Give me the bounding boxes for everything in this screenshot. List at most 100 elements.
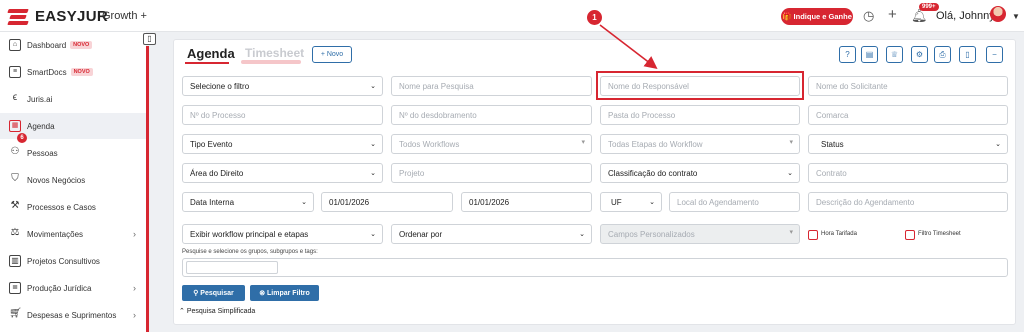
search-button-label: Pesquisar [200, 289, 234, 297]
gear-icon[interactable]: ⚙ [911, 46, 928, 63]
contract-classification-select[interactable]: Classificação do contrato ⌄ [600, 163, 800, 183]
timesheet-filter-checkbox[interactable] [905, 230, 915, 240]
chevron-right-icon: › [133, 310, 136, 320]
sidebar-item-movimentacoes[interactable]: ⚖ Movimentações › [0, 221, 146, 247]
workflow-display-select[interactable]: Exibir workflow principal e etapas ⌄ [182, 224, 383, 244]
sidebar-item-smartdocs[interactable]: ≡ SmartDocs NOVO [0, 59, 146, 85]
caret-down-icon: ▾ [789, 139, 793, 146]
workflows-select[interactable]: Todos Workflows ▾ [391, 134, 592, 154]
requester-name-input[interactable]: Nome do Solicitante [808, 76, 1008, 96]
process-folder-input[interactable]: Pasta do Processo [600, 105, 800, 125]
sort-value: Ordenar por [399, 229, 443, 239]
help-icon[interactable]: ? [839, 46, 856, 63]
date-type-value: Data Interna [190, 197, 235, 207]
user-greeting[interactable]: Olá, Johnny [936, 10, 995, 22]
chevron-down-icon: ⌄ [649, 199, 655, 206]
workflow-stages-select[interactable]: Todas Etapas do Workflow ▾ [600, 134, 800, 154]
clear-filter-button[interactable]: ⊗ Limpar Filtro [250, 285, 319, 301]
clock-icon[interactable]: ◷ [863, 8, 874, 24]
minimize-icon[interactable]: − [986, 46, 1003, 63]
export-icon[interactable]: ▯ [959, 46, 976, 63]
date-type-select[interactable]: Data Interna ⌄ [182, 192, 314, 212]
start-date-input[interactable]: 01/01/2026 [321, 192, 453, 212]
sidebar-item-despesas[interactable]: 🛒︎ Despesas e Suprimentos › [0, 302, 146, 328]
new-badge: NOVO [70, 41, 93, 49]
custom-fields-select[interactable]: Campos Personalizados ▾ [600, 224, 800, 244]
law-area-value: Área do Direito [190, 168, 244, 178]
sidebar-item-label: Agenda [27, 121, 55, 131]
chevron-down-icon: ⌄ [370, 231, 376, 238]
tags-search-input[interactable] [186, 261, 278, 274]
scale-icon: ⚖ [10, 227, 20, 238]
chevron-down-icon: ⌄ [787, 170, 793, 177]
calendar-icon[interactable]: ▤ [861, 46, 878, 63]
sidebar-item-label: Movimentações [27, 229, 84, 239]
clear-icon: ⊗ [259, 290, 268, 297]
location-input[interactable]: Local do Agendamento [669, 192, 800, 212]
caret-down-icon: ▾ [789, 229, 793, 236]
chevron-down-icon: ⌄ [370, 83, 376, 90]
sidebar-item-novos-negocios[interactable]: ⛉ Novos Negócios [0, 167, 146, 193]
custom-fields-value: Campos Personalizados [608, 229, 695, 239]
handshake-icon: ⛉ [11, 173, 19, 184]
sidebar-item-juris-ai[interactable]: ϵ Juris.ai [0, 86, 146, 112]
chevron-down-icon: ⌄ [370, 170, 376, 177]
new-event-button[interactable]: + Novo [312, 46, 352, 63]
billable-hours-label: Hora Tarifada [821, 231, 857, 237]
event-type-value: Tipo Evento [190, 139, 233, 149]
project-input[interactable]: Projeto [391, 163, 592, 183]
plus-icon[interactable]: + [888, 6, 897, 23]
indique-label: Indique e Ganhe [793, 12, 852, 21]
event-type-select[interactable]: Tipo Evento ⌄ [182, 134, 383, 154]
description-input[interactable]: Descrição do Agendamento [808, 192, 1008, 212]
sort-select[interactable]: Ordenar por ⌄ [391, 224, 592, 244]
sidebar-item-label: Novos Negócios [27, 175, 86, 185]
print-icon[interactable]: ⎙ [934, 46, 951, 63]
chevron-up-icon: ⌃ [179, 308, 185, 315]
process-number-input[interactable]: Nº do Processo [182, 105, 383, 125]
avatar[interactable] [990, 6, 1006, 22]
search-name-input[interactable]: Nome para Pesquisa [391, 76, 592, 96]
contract-input[interactable]: Contrato [808, 163, 1008, 183]
chevron-right-icon: › [133, 229, 136, 239]
caret-down-icon: ▾ [581, 139, 585, 146]
tab-agenda[interactable]: Agenda [187, 46, 235, 61]
filter-select-value: Selecione o filtro [190, 81, 250, 91]
sidebar-item-pessoas[interactable]: ⚇ Pessoas [0, 140, 146, 166]
chevron-down-icon[interactable]: ▼ [1012, 12, 1020, 21]
workflows-value: Todos Workflows [399, 139, 460, 149]
law-area-select[interactable]: Área do Direito ⌄ [182, 163, 383, 183]
billable-hours-checkbox[interactable] [808, 230, 818, 240]
status-select[interactable]: Status ⌄ [808, 134, 1008, 154]
simple-search-toggle[interactable]: ⌃ Pesquisa Simplificada [179, 307, 255, 315]
tags-field[interactable] [182, 258, 1008, 277]
tab-timesheet[interactable]: Timesheet [245, 46, 304, 60]
filter-select[interactable]: Selecione o filtro ⌄ [182, 76, 383, 96]
uf-value: UF [611, 197, 622, 207]
sidebar-item-label: Pessoas [27, 148, 58, 158]
doc-icon: ≣ [9, 282, 21, 294]
unfolding-number-input[interactable]: Nº do desdobramento [391, 105, 592, 125]
simple-search-label: Pesquisa Simplificada [186, 308, 256, 315]
sidebar-item-projetos[interactable]: ▥ Projetos Consultivos [0, 248, 146, 274]
sidebar-item-label: Processos e Casos [27, 202, 96, 212]
sidebar-item-label: SmartDocs [27, 67, 67, 77]
workflow-stages-value: Todas Etapas do Workflow [608, 139, 703, 149]
top-bar: EASYJUR Growth + 🎁 Indique e Ganhe ◷ + 🔔… [0, 0, 1024, 32]
trophy-icon[interactable]: ♕ [886, 46, 903, 63]
tab-timesheet-underline [241, 60, 301, 64]
document-icon: ≡ [9, 66, 21, 78]
sidebar-item-producao[interactable]: ≣ Produção Jurídica › [0, 275, 146, 301]
district-input[interactable]: Comarca [808, 105, 1008, 125]
people-icon: ⚇ [10, 146, 20, 157]
logo-text: EASYJUR [35, 8, 108, 25]
sidebar-item-processos[interactable]: ⚒ Processos e Casos [0, 194, 146, 220]
brain-icon: ϵ [12, 92, 18, 103]
sidebar-item-label: Despesas e Suprimentos [27, 310, 117, 320]
logo[interactable]: EASYJUR [7, 8, 108, 25]
search-button[interactable]: ⚲ Pesquisar [182, 285, 245, 301]
indique-button[interactable]: 🎁 Indique e Ganhe [781, 8, 853, 25]
end-date-input[interactable]: 01/01/2026 [461, 192, 592, 212]
sidebar-item-dashboard[interactable]: ⌂ Dashboard NOVO [0, 32, 146, 58]
uf-select[interactable]: UF ⌄ [600, 192, 662, 212]
